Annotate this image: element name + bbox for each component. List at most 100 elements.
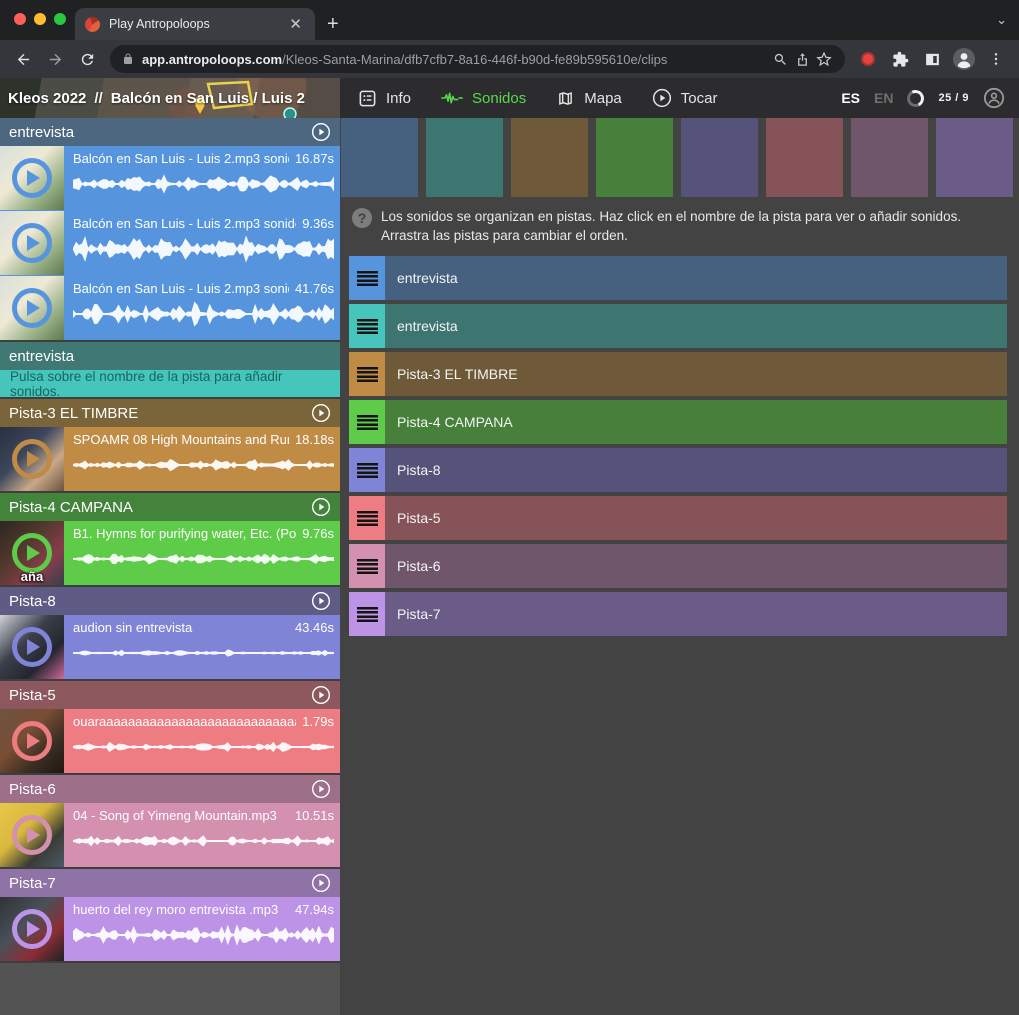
reload-button[interactable] — [74, 46, 100, 72]
main-track-row[interactable]: Pista-5 — [349, 496, 1007, 540]
clip-thumbnail[interactable] — [0, 897, 64, 961]
play-overlay-icon[interactable] — [12, 721, 52, 761]
address-bar[interactable]: app.antropoloops.com/Kleos-Santa-Marina/… — [110, 45, 845, 73]
clip-waveform[interactable] — [73, 450, 334, 480]
track-row-label[interactable]: entrevista — [385, 256, 1007, 300]
clip-item[interactable]: añaB1. Hymns for purifying water, Etc. (… — [0, 521, 340, 585]
account-icon[interactable] — [983, 87, 1005, 109]
drag-handle[interactable] — [349, 400, 385, 444]
drag-handle[interactable] — [349, 448, 385, 492]
track-row-label[interactable]: Pista-3 EL TIMBRE — [385, 352, 1007, 396]
track-play-button[interactable] — [311, 779, 331, 799]
track-row-label[interactable]: entrevista — [385, 304, 1007, 348]
clip-item[interactable]: Balcón en San Luis - Luis 2.mp3 sonido h… — [0, 211, 340, 275]
drag-handle[interactable] — [349, 592, 385, 636]
side-panel-icon[interactable] — [919, 46, 945, 72]
breadcrumb-project[interactable]: Kleos 2022 — [8, 90, 86, 107]
clip-thumbnail[interactable] — [0, 615, 64, 679]
clip-item[interactable]: huerto del rey moro entrevista .mp347.94… — [0, 897, 340, 961]
track-row-label[interactable]: Pista-6 — [385, 544, 1007, 588]
play-overlay-icon[interactable] — [12, 909, 52, 949]
sidebar-section-header[interactable]: entrevista — [0, 342, 340, 370]
main-track-row[interactable]: entrevista — [349, 304, 1007, 348]
clip-item[interactable]: audion sin entrevista43.46s — [0, 615, 340, 679]
clip-thumbnail[interactable] — [0, 427, 64, 491]
extensions-puzzle-icon[interactable] — [887, 46, 913, 72]
track-play-button[interactable] — [311, 403, 331, 423]
sidebar-section-header[interactable]: Pista-4 CAMPANA — [0, 493, 340, 521]
main-track-row[interactable]: Pista-4 CAMPANA — [349, 400, 1007, 444]
drag-handle[interactable] — [349, 544, 385, 588]
tab-search-chevron-icon[interactable]: ⌄ — [996, 12, 1007, 28]
clip-waveform[interactable] — [73, 234, 334, 264]
clip-thumbnail[interactable] — [0, 211, 64, 275]
play-overlay-icon[interactable] — [12, 223, 52, 263]
profile-avatar[interactable] — [951, 46, 977, 72]
clip-waveform[interactable] — [73, 169, 334, 199]
browser-tab[interactable]: Play Antropoloops ✕ — [75, 8, 315, 40]
track-play-button[interactable] — [311, 497, 331, 517]
recording-extension-icon[interactable] — [855, 46, 881, 72]
play-overlay-icon[interactable] — [12, 158, 52, 198]
sidebar-section-header[interactable]: Pista-7 — [0, 869, 340, 897]
sidebar-section-header[interactable]: Pista-6 — [0, 775, 340, 803]
track-play-button[interactable] — [311, 873, 331, 893]
play-overlay-icon[interactable] — [12, 627, 52, 667]
tab-info[interactable]: Info — [358, 89, 411, 108]
track-row-label[interactable]: Pista-8 — [385, 448, 1007, 492]
track-play-button[interactable] — [311, 591, 331, 611]
clip-item[interactable]: ouaraaaaaaaaaaaaaaaaaaaaaaaaaaaaaaaaaaaa… — [0, 709, 340, 773]
share-icon[interactable] — [791, 46, 813, 72]
bookmark-star-icon[interactable] — [813, 46, 835, 72]
track-play-button[interactable] — [311, 122, 331, 142]
zoom-page-icon[interactable] — [769, 46, 791, 72]
clip-item[interactable]: Balcón en San Luis - Luis 2.mp3 sonido h… — [0, 146, 340, 210]
lang-en-button[interactable]: EN — [874, 90, 893, 106]
clip-waveform[interactable] — [73, 638, 334, 668]
main-track-row[interactable]: Pista-7 — [349, 592, 1007, 636]
play-overlay-icon[interactable] — [12, 288, 52, 328]
back-button[interactable] — [10, 46, 36, 72]
track-row-label[interactable]: Pista-5 — [385, 496, 1007, 540]
clip-item[interactable]: Balcón en San Luis - Luis 2.mp3 sonido h… — [0, 276, 340, 340]
main-track-row[interactable]: Pista-8 — [349, 448, 1007, 492]
clip-item[interactable]: 04 - Song of Yimeng Mountain.mp310.51s — [0, 803, 340, 867]
main-track-row[interactable]: entrevista — [349, 256, 1007, 300]
close-window-button[interactable] — [14, 13, 26, 25]
breadcrumb[interactable]: Kleos 2022 // Balcón en San Luis / Luis … — [8, 78, 305, 118]
lang-es-button[interactable]: ES — [841, 90, 860, 106]
clip-thumbnail[interactable]: aña — [0, 521, 64, 585]
clip-waveform[interactable] — [73, 732, 334, 762]
tab-tocar[interactable]: Tocar — [652, 88, 718, 108]
tab-close-icon[interactable]: ✕ — [286, 15, 305, 33]
new-tab-button[interactable]: + — [327, 14, 339, 34]
forward-button[interactable] — [42, 46, 68, 72]
play-overlay-icon[interactable] — [12, 533, 52, 573]
clip-thumbnail[interactable] — [0, 276, 64, 340]
sidebar-section-header[interactable]: Pista-5 — [0, 681, 340, 709]
clip-waveform[interactable] — [73, 299, 334, 329]
minimize-window-button[interactable] — [34, 13, 46, 25]
clip-waveform[interactable] — [73, 544, 334, 574]
drag-handle[interactable] — [349, 352, 385, 396]
play-overlay-icon[interactable] — [12, 439, 52, 479]
drag-handle[interactable] — [349, 496, 385, 540]
clip-waveform[interactable] — [73, 826, 334, 856]
tab-mapa[interactable]: Mapa — [556, 90, 622, 107]
clip-thumbnail[interactable] — [0, 709, 64, 773]
sidebar-section-header[interactable]: Pista-8 — [0, 587, 340, 615]
track-row-label[interactable]: Pista-4 CAMPANA — [385, 400, 1007, 444]
track-row-label[interactable]: Pista-7 — [385, 592, 1007, 636]
drag-handle[interactable] — [349, 256, 385, 300]
play-overlay-icon[interactable] — [12, 815, 52, 855]
clip-item[interactable]: SPOAMR 08 High Mountains and Running ...… — [0, 427, 340, 491]
zoom-window-button[interactable] — [54, 13, 66, 25]
drag-handle[interactable] — [349, 304, 385, 348]
tab-sonidos[interactable]: Sonidos — [441, 90, 526, 107]
browser-menu-kebab-icon[interactable] — [983, 46, 1009, 72]
sidebar-section-header[interactable]: entrevista — [0, 118, 340, 146]
main-track-row[interactable]: Pista-3 EL TIMBRE — [349, 352, 1007, 396]
clip-waveform[interactable] — [73, 920, 334, 950]
clip-thumbnail[interactable] — [0, 146, 64, 210]
track-play-button[interactable] — [311, 685, 331, 705]
